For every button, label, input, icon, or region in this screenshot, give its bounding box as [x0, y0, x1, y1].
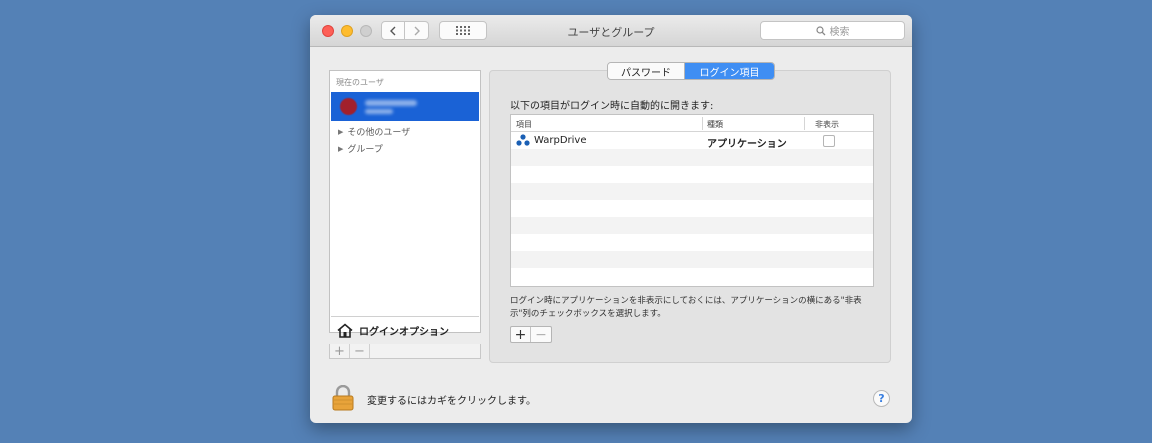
- remove-user-button[interactable]: −: [350, 344, 370, 359]
- groups-item[interactable]: ▶ グループ: [338, 142, 383, 156]
- current-user-header: 現在のユーザ: [336, 78, 384, 87]
- titlebar: ユーザとグループ 検索: [310, 15, 912, 47]
- table-row: [511, 166, 873, 183]
- add-login-item-button[interactable]: +: [511, 327, 531, 343]
- user-list: 現在のユーザ ▶ その他のユーザ ▶ グループ ログインオプション: [329, 70, 481, 338]
- table-row: [511, 268, 873, 285]
- system-preferences-window: ユーザとグループ 検索 現在のユーザ ▶ その他のユーザ ▶ グループ ログイン…: [310, 15, 912, 423]
- search-field[interactable]: 検索: [760, 21, 905, 40]
- add-user-button[interactable]: +: [330, 344, 350, 359]
- column-header-item[interactable]: 項目: [516, 119, 532, 130]
- disclosure-triangle-icon: ▶: [338, 127, 344, 136]
- column-header-kind[interactable]: 種類: [707, 119, 723, 130]
- other-users-item[interactable]: ▶ その他のユーザ: [338, 125, 411, 139]
- table-row[interactable]: WarpDrive アプリケーション: [511, 132, 873, 150]
- disclosure-triangle-icon: ▶: [338, 144, 344, 153]
- sidebar-controls: + −: [329, 344, 481, 359]
- table-rows: WarpDrive アプリケーション: [511, 132, 873, 285]
- column-header-hide[interactable]: 非表示: [815, 119, 839, 130]
- login-items-panel: 以下の項目がログイン時に自動的に開きます: 項目 種類 非表示 WarpDriv…: [489, 70, 891, 363]
- hide-checkbox[interactable]: [823, 135, 835, 147]
- remove-login-item-button[interactable]: −: [531, 327, 551, 343]
- table-row: [511, 200, 873, 217]
- item-kind: アプリケーション: [707, 139, 787, 150]
- house-icon: [337, 322, 353, 338]
- panel-heading: 以下の項目がログイン時に自動的に開きます:: [510, 101, 714, 112]
- table-row: [511, 183, 873, 200]
- column-separator: [804, 117, 805, 130]
- current-user-row[interactable]: [331, 92, 479, 121]
- login-options-label: ログインオプション: [359, 326, 449, 338]
- table-row: [511, 234, 873, 251]
- search-icon: [815, 25, 825, 35]
- other-users-label: その他のユーザ: [347, 128, 411, 138]
- table-row: [511, 149, 873, 166]
- blurred-user-role: [365, 109, 393, 114]
- warpdrive-app-icon: [516, 134, 530, 146]
- table-row: [511, 251, 873, 268]
- help-button[interactable]: ?: [873, 390, 890, 407]
- table-row: [511, 217, 873, 234]
- lock-icon[interactable]: [331, 385, 355, 411]
- item-name-cell: WarpDrive: [516, 134, 587, 146]
- user-avatar: [340, 98, 357, 115]
- column-separator: [702, 117, 703, 130]
- hide-hint-text: ログイン時にアプリケーションを非表示にしておくには、アプリケーションの横にある"…: [510, 296, 862, 319]
- lock-message: 変更するにはカギをクリックします。: [367, 396, 536, 407]
- tab-bar: パスワード ログイン項目: [607, 62, 775, 80]
- login-options-item[interactable]: ログインオプション: [331, 316, 479, 343]
- groups-label: グループ: [347, 145, 383, 155]
- table-header: 項目 種類 非表示: [511, 115, 873, 132]
- login-item-controls: + −: [510, 326, 552, 343]
- blurred-user-name: [365, 100, 417, 106]
- search-placeholder: 検索: [829, 27, 850, 38]
- tab-password[interactable]: パスワード: [608, 63, 685, 79]
- item-name: WarpDrive: [534, 134, 587, 146]
- tab-login-items[interactable]: ログイン項目: [685, 63, 774, 79]
- login-items-table[interactable]: 項目 種類 非表示 WarpDrive アプリケーション: [510, 114, 874, 287]
